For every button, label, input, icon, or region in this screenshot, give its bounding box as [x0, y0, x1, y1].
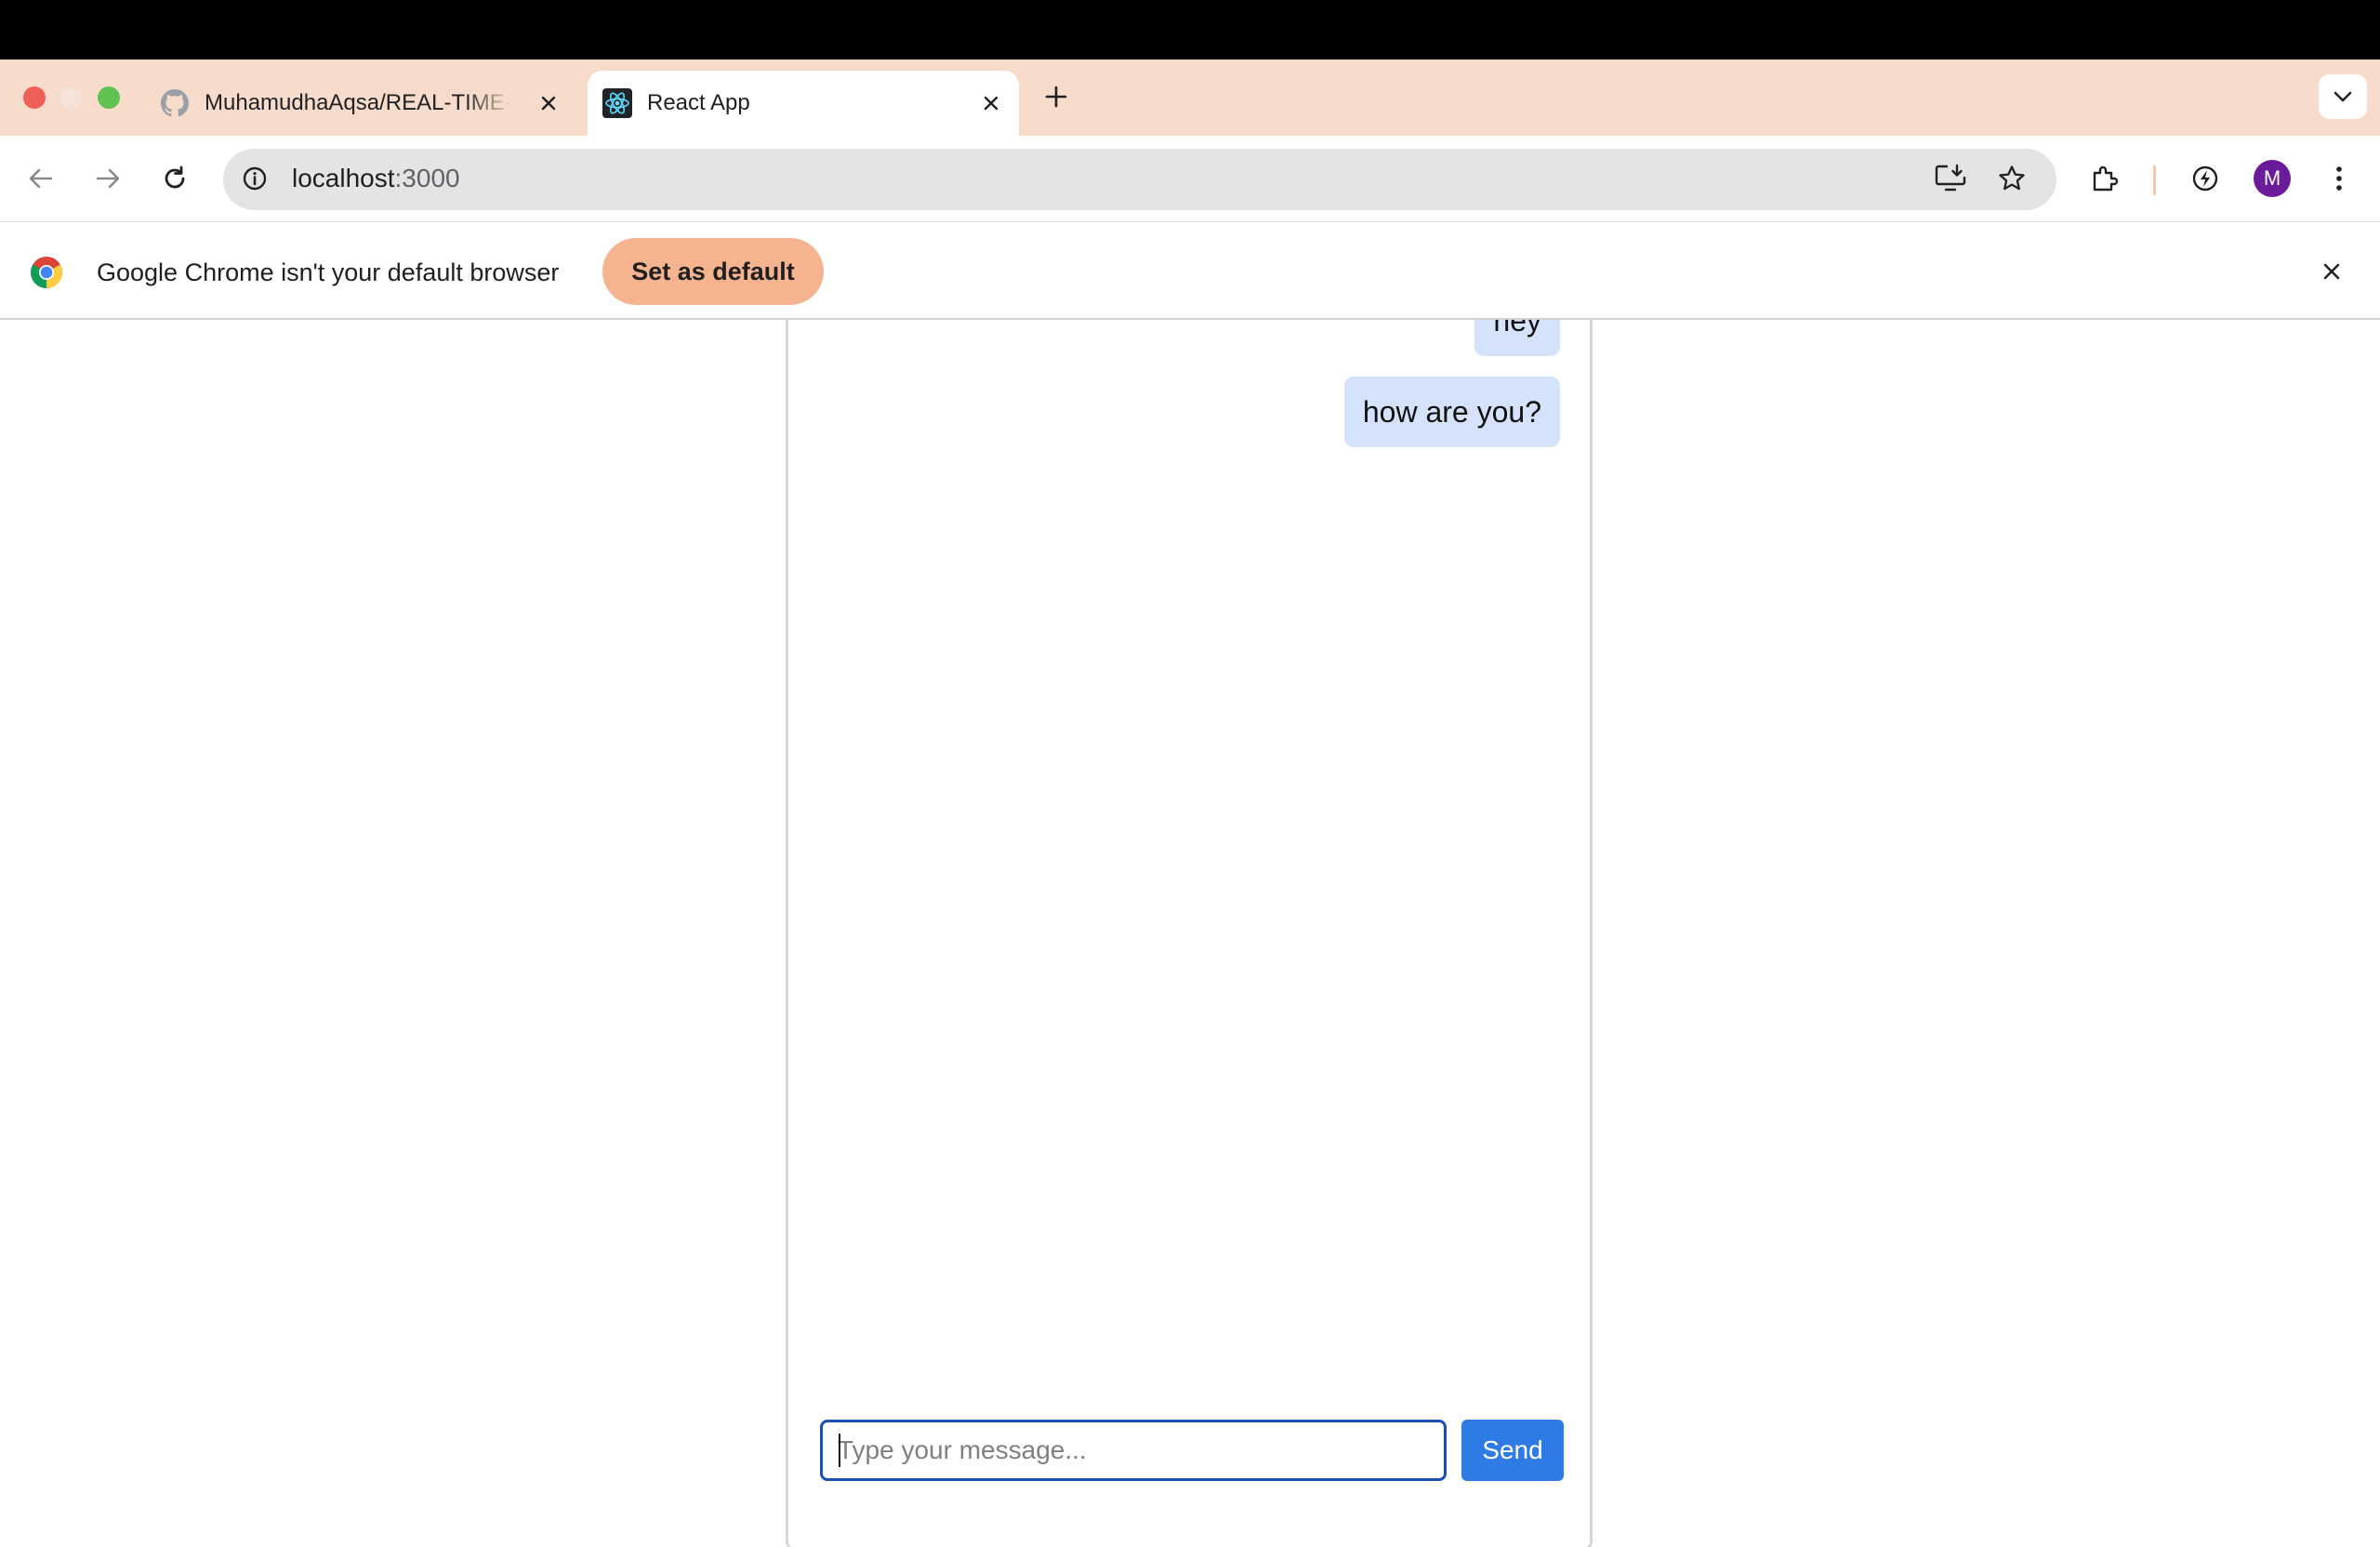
- send-button[interactable]: Send: [1461, 1420, 1564, 1481]
- url-host: localhost: [292, 164, 395, 192]
- minimize-window-button[interactable]: [60, 86, 83, 109]
- page-content: hey how are you? Send: [0, 320, 2380, 1547]
- close-tab-icon[interactable]: [534, 88, 563, 118]
- tab-github[interactable]: MuhamudhaAqsa/REAL-TIME-CHAT-APPLICATION: [149, 71, 576, 136]
- tab-title: React App: [647, 90, 750, 115]
- url-text[interactable]: localhost:3000: [292, 162, 460, 195]
- zoom-window-button[interactable]: [98, 86, 120, 109]
- close-window-button[interactable]: [23, 86, 46, 109]
- menu-bar-area: [0, 0, 2380, 60]
- github-icon: [160, 88, 190, 118]
- reload-icon[interactable]: [156, 160, 193, 197]
- react-icon: [602, 88, 632, 118]
- message-input[interactable]: [820, 1420, 1447, 1481]
- chrome-logo-icon: [30, 256, 63, 289]
- message-bubble: how are you?: [1343, 377, 1560, 447]
- tab-search-chevron-down-icon[interactable]: [2319, 74, 2367, 119]
- bookmark-star-icon[interactable]: [1993, 160, 2030, 197]
- tab-react-app[interactable]: React App: [588, 71, 1019, 136]
- forward-arrow-icon[interactable]: [89, 160, 126, 197]
- text-caret: [839, 1434, 840, 1467]
- performance-bolt-icon[interactable]: [2187, 160, 2224, 197]
- new-tab-plus-icon[interactable]: [1038, 78, 1075, 115]
- tab-title: MuhamudhaAqsa/REAL-TIME-CHAT-APPLICATION: [205, 90, 511, 115]
- site-info-icon[interactable]: [236, 160, 273, 197]
- more-menu-icon[interactable]: [2320, 160, 2358, 197]
- install-app-icon[interactable]: [1932, 160, 1969, 197]
- set-as-default-button[interactable]: Set as default: [602, 238, 824, 305]
- message-bubble: hey: [1474, 320, 1560, 356]
- extensions-puzzle-icon[interactable]: [2086, 160, 2123, 197]
- url-port: :3000: [394, 164, 460, 192]
- infobar-message: Google Chrome isn't your default browser: [97, 258, 560, 286]
- back-arrow-icon[interactable]: [22, 160, 60, 197]
- close-tab-icon[interactable]: [976, 88, 1006, 118]
- address-bar[interactable]: [223, 149, 2056, 210]
- chat-container: hey how are you? Send: [786, 320, 1593, 1547]
- close-infobar-icon[interactable]: [2313, 253, 2350, 290]
- profile-avatar[interactable]: M: [2254, 160, 2291, 197]
- toolbar-divider: [2153, 165, 2156, 195]
